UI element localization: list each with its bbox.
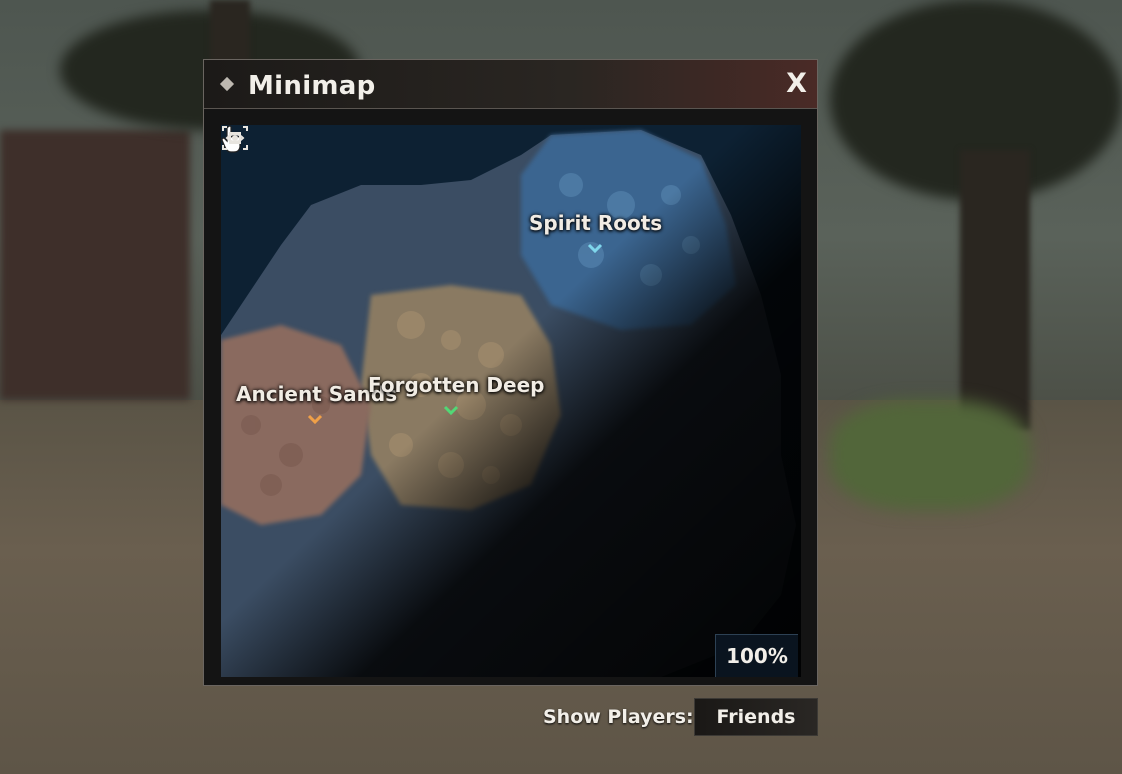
region-label-spirit-roots[interactable]: Spirit Roots bbox=[529, 211, 662, 235]
show-players-value: Friends bbox=[716, 706, 796, 728]
recenter-icon[interactable] bbox=[221, 125, 249, 151]
diamond-icon bbox=[219, 76, 235, 92]
window-title: Minimap bbox=[248, 71, 376, 101]
region-label-forgotten-deep[interactable]: Forgotten Deep bbox=[368, 373, 544, 397]
minimap-view[interactable]: Spirit Roots Ancient Sands Forgotten Dee… bbox=[221, 125, 801, 677]
spirit-roots-marker-icon[interactable] bbox=[587, 243, 603, 253]
minimap-title-bar[interactable]: Minimap X bbox=[204, 60, 817, 109]
show-players-label: Show Players: bbox=[543, 706, 694, 728]
close-button[interactable]: X bbox=[786, 68, 807, 100]
show-players-dropdown[interactable]: Friends bbox=[694, 698, 818, 736]
forgotten-deep-marker-icon[interactable] bbox=[443, 405, 459, 415]
ruin-structure bbox=[0, 130, 190, 400]
tree-trunk-right bbox=[960, 150, 1030, 430]
zoom-level-display: 100% bbox=[715, 634, 798, 677]
ancient-sands-marker-icon[interactable] bbox=[307, 414, 323, 424]
zoom-level-text: 100% bbox=[726, 644, 788, 668]
minimap-window: Minimap X Spirit Roots Ancient Sands For… bbox=[203, 59, 818, 686]
grass-patch bbox=[830, 400, 1030, 510]
